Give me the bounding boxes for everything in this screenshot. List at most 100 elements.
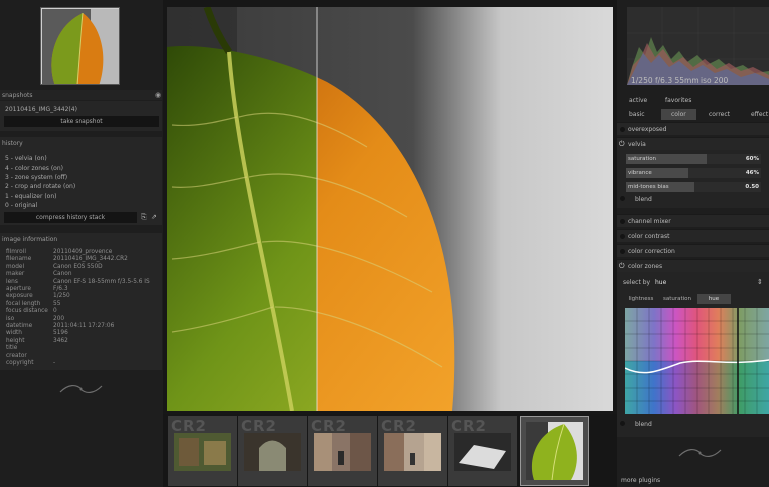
power-icon[interactable]: ⏻ xyxy=(619,262,625,271)
image-information-title: image information xyxy=(2,236,58,243)
thumbnail-image xyxy=(454,433,511,471)
select-by-value[interactable]: hue xyxy=(655,279,666,286)
module-color-zones[interactable]: ⏻ color zones xyxy=(617,259,769,272)
select-by-label: select by xyxy=(623,279,651,286)
info-value: 1/250 xyxy=(53,293,70,300)
module-enable-toggle[interactable] xyxy=(620,127,625,132)
slider-value: 60% xyxy=(746,156,759,162)
filmstrip-thumbnail[interactable]: CR2 xyxy=(448,416,517,486)
module-channel-mixer[interactable]: channel mixer xyxy=(617,214,769,227)
slider-value: 46% xyxy=(746,170,759,176)
history-item[interactable]: 5 - velvia (on) xyxy=(5,155,47,162)
info-value: Canon xyxy=(53,271,72,278)
thumbnail-image xyxy=(244,433,301,471)
velvia-blend-label: blend xyxy=(635,196,652,203)
color-zones-graph[interactable] xyxy=(625,308,769,414)
info-label: focus distance xyxy=(6,308,48,315)
center-view xyxy=(163,0,617,414)
filmstrip-thumbnail[interactable]: CR2 xyxy=(378,416,447,486)
info-value: 0 xyxy=(53,308,57,315)
module-overexposed[interactable]: overexposed xyxy=(617,122,769,135)
history-item[interactable]: 4 - color zones (on) xyxy=(5,165,63,172)
history-copy-icon[interactable]: ⎘ xyxy=(141,213,147,222)
more-plugins-link[interactable]: more plugins xyxy=(621,477,660,484)
module-label: color zones xyxy=(628,263,663,270)
tab-color[interactable]: color xyxy=(661,109,696,120)
tab-hue[interactable]: hue xyxy=(697,294,731,304)
slider-value-unit: % xyxy=(753,156,759,162)
right-panel: 1/250 f/6.3 55mm iso 200 active favorite… xyxy=(617,0,769,487)
module-color-contrast[interactable]: color contrast xyxy=(617,229,769,242)
info-label: maker xyxy=(6,271,25,278)
slider-label: saturation xyxy=(628,156,657,162)
module-color-correction[interactable]: color correction xyxy=(617,244,769,257)
velvia-slider[interactable]: mid-tones bias 0.50 xyxy=(626,182,761,192)
module-enable-toggle[interactable] xyxy=(620,219,625,224)
group-active[interactable]: active xyxy=(629,97,647,104)
main-image[interactable] xyxy=(167,7,613,411)
tab-saturation[interactable]: saturation xyxy=(659,294,695,304)
snapshots-toggle-icon[interactable]: ◉ xyxy=(155,91,161,99)
info-label: filmroll xyxy=(6,249,26,255)
color-zones-blend-label: blend xyxy=(635,421,652,428)
info-value: Canon EF-S 18-55mm f/3.5-5.6 IS xyxy=(53,278,150,285)
slider-label: vibrance xyxy=(628,170,652,176)
group-favorites[interactable]: favorites xyxy=(665,97,691,104)
info-label: title xyxy=(6,345,18,352)
info-value: 3462 xyxy=(53,337,68,344)
snapshot-item[interactable]: 20110416_IMG_3442(4) xyxy=(5,106,77,113)
tab-basic[interactable]: basic xyxy=(629,111,645,118)
tab-lightness[interactable]: lightness xyxy=(625,294,657,304)
info-value: 200 xyxy=(53,315,65,322)
snapshots-title: snapshots xyxy=(2,92,33,99)
power-icon[interactable]: ⏻ xyxy=(619,140,625,149)
navigation-thumbnail[interactable] xyxy=(40,7,120,85)
history-item[interactable]: 0 - original xyxy=(5,202,37,209)
module-velvia[interactable]: ⏻ velvia xyxy=(617,137,769,150)
slider-label: mid-tones bias xyxy=(628,184,669,190)
history-export-icon[interactable]: ⇗ xyxy=(151,213,157,221)
thumbnail-image xyxy=(526,422,583,480)
take-snapshot-button[interactable]: take snapshot xyxy=(4,116,159,127)
filmstrip-thumbnail[interactable]: CR2 xyxy=(238,416,307,486)
velvia-slider[interactable]: vibrance 46% xyxy=(626,168,761,178)
slider-value: 0.50 xyxy=(745,184,759,190)
history-item[interactable]: 1 - equalizer (on) xyxy=(5,193,56,200)
info-value: Canon EOS 550D xyxy=(53,263,103,270)
histogram-graph xyxy=(627,7,769,85)
history-item[interactable]: 2 - crop and rotate (on) xyxy=(5,183,75,190)
velvia-slider[interactable]: saturation 60% xyxy=(626,154,761,164)
history-item[interactable]: 3 - zone system (off) xyxy=(5,174,67,181)
info-label: width xyxy=(6,330,22,337)
info-label: exposure xyxy=(6,293,33,300)
navigation-thumbnail-image xyxy=(41,8,119,84)
info-label: aperture xyxy=(6,286,31,292)
slider-value-number: 0.50 xyxy=(745,184,759,190)
slider-value-unit: % xyxy=(753,170,759,176)
select-by-dropdown-icon[interactable]: ⇕ xyxy=(757,278,763,286)
tab-correct[interactable]: correct xyxy=(709,111,730,118)
info-label: creator xyxy=(6,352,27,359)
history-title: history xyxy=(2,140,23,147)
module-label: color correction xyxy=(628,248,675,255)
module-enable-toggle[interactable] xyxy=(620,249,625,254)
thumbnail-image xyxy=(384,433,441,471)
info-label: copyright xyxy=(6,360,34,366)
module-enable-toggle[interactable] xyxy=(620,234,625,239)
info-value: 55 xyxy=(53,300,61,307)
info-label: datetime xyxy=(6,323,33,329)
info-label: model xyxy=(6,263,25,270)
tab-effect[interactable]: effect xyxy=(751,111,768,118)
filmstrip-thumbnail-selected[interactable] xyxy=(520,416,589,486)
blend-toggle[interactable] xyxy=(620,421,625,426)
filmstrip-thumbnail[interactable]: CR2 xyxy=(308,416,377,486)
blend-toggle[interactable] xyxy=(620,196,625,201)
compress-history-button[interactable]: compress history stack xyxy=(4,212,137,223)
leaf-photo xyxy=(167,7,613,411)
info-value: 5196 xyxy=(53,330,68,337)
info-value: - xyxy=(53,360,56,366)
module-label: velvia xyxy=(628,141,646,148)
histogram[interactable] xyxy=(627,7,769,85)
filmstrip-thumbnail[interactable]: CR2 xyxy=(168,416,237,486)
thumbnail-image xyxy=(314,433,371,471)
